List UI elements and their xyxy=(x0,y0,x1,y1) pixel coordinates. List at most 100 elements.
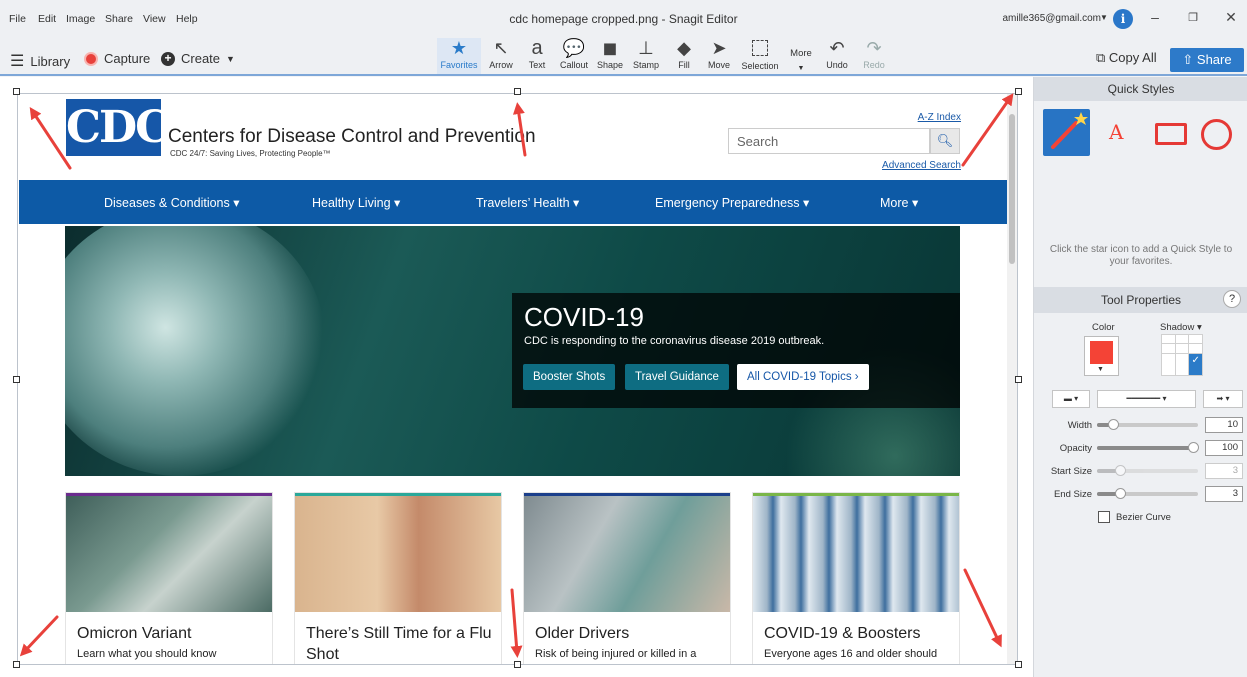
text-style-icon[interactable]: A xyxy=(1109,120,1123,144)
shadow-cell[interactable] xyxy=(1175,335,1189,344)
restore-icon[interactable]: ❐ xyxy=(1182,11,1204,24)
tool-redo[interactable]: ↷ Redo xyxy=(852,38,896,74)
tool-selection[interactable]: Selection xyxy=(738,38,782,74)
color-label: Color xyxy=(1092,322,1115,333)
search-input: Search xyxy=(728,128,930,154)
opacity-value[interactable]: 100 xyxy=(1205,440,1243,456)
shadow-label[interactable]: Shadow ▾ xyxy=(1160,322,1202,333)
create-label: Create xyxy=(181,51,221,66)
arrow-start-dropdown[interactable]: ▬ ▾ xyxy=(1052,390,1090,408)
end-size-value[interactable]: 3 xyxy=(1205,486,1243,502)
az-index-link: A-Z Index xyxy=(917,112,961,123)
shadow-cell[interactable] xyxy=(1189,335,1202,344)
card-title: Omicron Variant xyxy=(77,625,192,642)
menu-image[interactable]: Image xyxy=(66,13,95,25)
width-slider[interactable] xyxy=(1097,419,1198,430)
shadow-cell[interactable] xyxy=(1162,344,1175,353)
star-icon: ★ xyxy=(450,38,468,58)
end-size-slider[interactable] xyxy=(1097,488,1198,499)
tool-favorites[interactable]: ★ Favorites xyxy=(437,38,481,74)
quick-styles-header: Quick Styles xyxy=(1034,77,1247,101)
card-covid-boosters: COVID-19 & Boosters Everyone ages 16 and… xyxy=(752,492,960,664)
menu-edit[interactable]: Edit xyxy=(38,13,56,25)
arrow-end-dropdown[interactable]: ➡ ▾ xyxy=(1203,390,1243,408)
ellipse-style-icon[interactable] xyxy=(1201,119,1232,150)
library-button[interactable]: ☰ Library xyxy=(10,51,70,71)
advanced-search-link: Advanced Search xyxy=(882,160,961,171)
hamburger-icon: ☰ xyxy=(10,53,25,70)
shadow-cell[interactable] xyxy=(1162,335,1175,344)
nav-emergency-preparedness: Emergency Preparedness ▾ xyxy=(655,196,810,210)
close-icon[interactable]: ✕ xyxy=(1220,9,1242,26)
shadow-cell[interactable] xyxy=(1189,344,1202,353)
rectangle-style-icon[interactable] xyxy=(1155,123,1187,145)
end-size-label: End Size xyxy=(1053,489,1092,500)
shadow-cell[interactable] xyxy=(1175,344,1189,353)
covid-hero: COVID-19 CDC is responding to the corona… xyxy=(65,226,960,476)
chevron-down-icon[interactable]: ▼ xyxy=(1100,13,1108,22)
copy-icon: ⧉ xyxy=(1096,50,1106,65)
move-cursor-icon: ➤ xyxy=(711,38,727,58)
slider-knob[interactable] xyxy=(1108,419,1119,430)
resize-handle-bottom[interactable] xyxy=(514,661,521,668)
card-desc: Risk of being injured or killed in a xyxy=(535,648,697,660)
quick-styles-hint: Click the star icon to add a Quick Style… xyxy=(1049,244,1233,267)
share-button[interactable]: ⇧ Share xyxy=(1170,48,1244,72)
start-size-slider[interactable] xyxy=(1097,465,1198,476)
capture-button[interactable]: Capture xyxy=(84,51,150,66)
nav-diseases: Diseases & Conditions ▾ xyxy=(104,196,240,210)
shadow-cell[interactable] xyxy=(1175,353,1189,375)
nav-healthy-living: Healthy Living ▾ xyxy=(312,196,401,210)
color-picker[interactable]: ▼ xyxy=(1084,336,1119,376)
capture-label: Capture xyxy=(104,51,151,66)
info-icon[interactable]: i xyxy=(1113,9,1133,29)
slider-knob[interactable] xyxy=(1115,488,1126,499)
start-size-value[interactable]: 3 xyxy=(1205,463,1243,479)
resize-handle-top-left[interactable] xyxy=(13,88,20,95)
minimize-icon[interactable]: – xyxy=(1144,9,1166,25)
resize-handle-bottom-left[interactable] xyxy=(13,661,20,668)
opacity-slider[interactable] xyxy=(1097,442,1199,453)
redo-icon: ↷ xyxy=(866,38,882,58)
slider-knob[interactable] xyxy=(1188,442,1199,453)
resize-handle-left[interactable] xyxy=(13,376,20,383)
menu-share[interactable]: Share xyxy=(105,13,133,25)
tool-properties-title: Tool Properties xyxy=(1100,293,1182,307)
slider-knob[interactable] xyxy=(1115,465,1126,476)
opacity-label: Opacity xyxy=(1059,443,1092,454)
resize-handle-top[interactable] xyxy=(514,88,521,95)
tool-label: Selection xyxy=(741,61,779,71)
shadow-direction-grid[interactable]: ✓ xyxy=(1161,334,1203,376)
card-older-drivers: Older Drivers Risk of being injured or k… xyxy=(523,492,731,664)
bezier-curve-checkbox[interactable] xyxy=(1098,511,1110,523)
help-icon[interactable]: ? xyxy=(1223,290,1241,308)
tool-label: Redo xyxy=(863,60,885,70)
resize-handle-top-right[interactable] xyxy=(1015,88,1022,95)
scrollbar-thumb xyxy=(1009,114,1015,264)
copy-all-button[interactable]: ⧉ Copy All xyxy=(1096,50,1157,66)
bezier-curve-label: Bezier Curve xyxy=(1116,512,1171,523)
captured-webpage[interactable]: CDC Centers for Disease Control and Prev… xyxy=(19,94,1007,664)
hero-title: COVID-19 xyxy=(524,302,644,332)
library-label: Library xyxy=(30,53,71,69)
create-button[interactable]: + Create ▼ xyxy=(161,51,235,66)
slider-fill xyxy=(1097,446,1193,450)
card-desc: Shot xyxy=(306,646,339,663)
tool-move[interactable]: ➤ Move xyxy=(697,38,741,74)
shadow-cell-selected[interactable]: ✓ xyxy=(1189,353,1202,375)
tool-label: Favorites xyxy=(440,60,478,70)
booster-shots-button: Booster Shots xyxy=(523,364,616,390)
menu-file[interactable]: File xyxy=(9,13,26,25)
menu-view[interactable]: View xyxy=(143,13,166,25)
card-title: COVID-19 & Boosters xyxy=(764,625,921,642)
chevron-down-icon: ▼ xyxy=(1097,366,1104,373)
menu-help[interactable]: Help xyxy=(176,13,198,25)
resize-handle-bottom-right[interactable] xyxy=(1015,661,1022,668)
shadow-cell[interactable] xyxy=(1162,353,1175,375)
resize-handle-right[interactable] xyxy=(1015,376,1022,383)
account-email[interactable]: amille365@gmail.com xyxy=(1002,13,1101,24)
cdc-title: Centers for Disease Control and Preventi… xyxy=(168,126,536,147)
quick-style-favorite-arrow[interactable] xyxy=(1043,109,1090,156)
line-style-dropdown[interactable]: ━━━━━━━ ▾ xyxy=(1097,390,1196,408)
width-value[interactable]: 10 xyxy=(1205,417,1243,433)
